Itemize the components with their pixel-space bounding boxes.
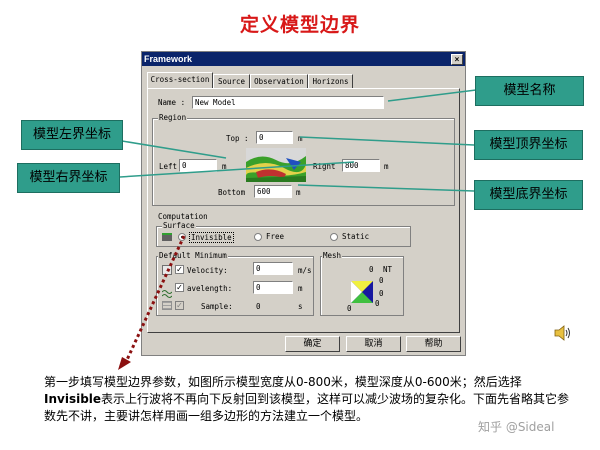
right-unit: m: [384, 162, 389, 171]
tab-horizons[interactable]: Horizons: [308, 74, 353, 88]
wavelength-checkbox[interactable]: ✓: [175, 283, 184, 292]
mesh-icon: [351, 281, 373, 303]
name-input[interactable]: New Model: [192, 96, 384, 109]
sample-icon: [162, 301, 172, 310]
mesh-value-3: 0: [375, 299, 380, 308]
framework-dialog: Framework × Cross-section Source Observa…: [141, 51, 466, 356]
mesh-nt-label: NT: [383, 265, 393, 274]
region-title: Region: [158, 113, 188, 122]
left-input[interactable]: 0: [179, 159, 217, 172]
mesh-nt-value: 0: [369, 265, 374, 274]
right-input[interactable]: 800: [342, 159, 380, 172]
bottom-label: Bottom: [218, 188, 246, 197]
callout-bottom-coord: 模型底界坐标: [474, 180, 583, 210]
velocity-unit: m/s: [298, 266, 312, 275]
dotted-arrow-head: [118, 357, 131, 370]
surface-group: Surface Invisible Free Static: [156, 221, 411, 247]
region-group: Region Top : 0 m Left 0 m Right 800 m Bo…: [152, 113, 455, 206]
default-minimum-group: Default Minimum ✓ Velocity: 0 m/s ✓ avel…: [156, 251, 314, 316]
radio-invisible-label[interactable]: Invisible: [189, 232, 234, 243]
name-label: Name :: [158, 98, 186, 107]
cross-section-panel: Name : New Model Region Top : 0 m Left 0…: [147, 88, 460, 333]
slide-title: 定义模型边界: [239, 14, 360, 36]
mesh-value-1: 0: [379, 276, 384, 285]
speaker-icon[interactable]: [553, 324, 573, 342]
callout-left-coord: 模型左界坐标: [21, 120, 123, 150]
description-bold: Invisible: [44, 392, 102, 406]
mesh-title: Mesh: [322, 251, 343, 260]
velocity-input[interactable]: 0: [253, 262, 293, 275]
wavelength-input[interactable]: 0: [253, 281, 293, 294]
tab-observation[interactable]: Observation: [250, 74, 308, 88]
velocity-label: Velocity:: [187, 266, 228, 275]
left-unit: m: [222, 162, 227, 171]
ok-button[interactable]: 确定: [285, 336, 340, 352]
mesh-value-4: 0: [347, 304, 352, 313]
help-button[interactable]: 帮助: [406, 336, 461, 352]
velocity-icon: [162, 265, 172, 275]
sample-value: 0: [256, 302, 261, 311]
surface-icon: [162, 233, 172, 241]
sample-label: Sample:: [201, 302, 233, 311]
dialog-titlebar[interactable]: Framework ×: [142, 52, 465, 66]
wavelength-icon: [161, 283, 173, 298]
sample-checkbox: ✓: [175, 301, 184, 310]
velocity-checkbox[interactable]: ✓: [175, 265, 184, 274]
description-before: 第一步填写模型边界参数，如图所示模型宽度从0-800米，模型深度从0-600米；…: [44, 375, 522, 389]
radio-free-label[interactable]: Free: [266, 232, 284, 241]
tab-cross-section[interactable]: Cross-section: [147, 72, 213, 88]
cancel-button[interactable]: 取消: [346, 336, 401, 352]
callout-model-name: 模型名称: [475, 76, 584, 106]
watermark: 知乎 @Sideal: [478, 420, 555, 434]
tab-source[interactable]: Source: [213, 74, 250, 88]
dialog-title: Framework: [144, 54, 193, 64]
model-preview-image: [246, 148, 306, 182]
sample-unit: s: [298, 302, 303, 311]
right-label: Right: [313, 162, 336, 171]
computation-title: Computation: [158, 212, 208, 221]
default-minimum-title: Default Minimum: [158, 251, 228, 260]
mesh-group: Mesh 0 NT 0 0 0 0: [320, 251, 404, 316]
bottom-input[interactable]: 600: [254, 185, 292, 198]
radio-free[interactable]: [254, 233, 262, 241]
radio-invisible[interactable]: [178, 233, 186, 241]
callout-right-coord: 模型右界坐标: [17, 163, 120, 193]
radio-static-label[interactable]: Static: [342, 232, 369, 241]
surface-title: Surface: [162, 221, 196, 230]
left-label: Left: [159, 162, 178, 171]
callout-top-coord: 模型顶界坐标: [474, 130, 583, 160]
top-unit: m: [298, 134, 303, 143]
bottom-unit: m: [296, 188, 301, 197]
top-label: Top :: [226, 134, 249, 143]
close-button[interactable]: ×: [451, 54, 463, 65]
wavelength-unit: m: [298, 284, 303, 293]
top-input[interactable]: 0: [256, 131, 293, 144]
wavelength-label: avelength:: [187, 284, 233, 293]
mesh-value-2: 0: [379, 289, 384, 298]
radio-static[interactable]: [330, 233, 338, 241]
